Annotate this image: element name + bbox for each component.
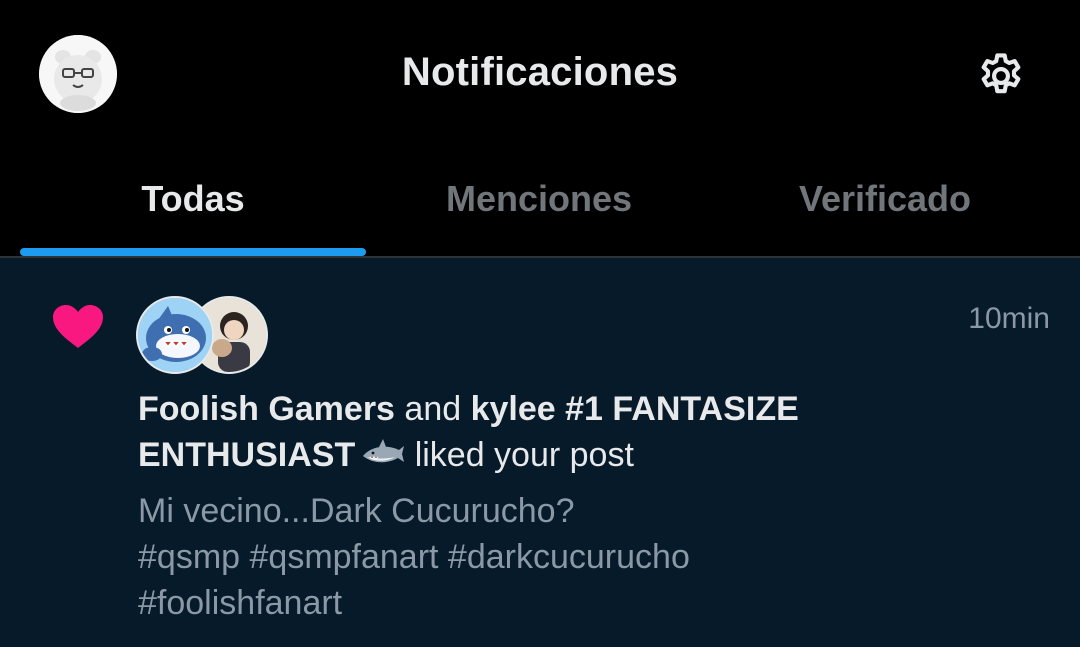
excerpt-text: Mi vecino...Dark Cucurucho? — [138, 492, 575, 530]
settings-button[interactable] — [975, 50, 1027, 102]
active-tab-indicator — [20, 248, 366, 256]
excerpt-hashtags: #qsmp #qsmpfanart #darkcucurucho — [138, 538, 690, 576]
tab-verificado[interactable]: Verificado — [712, 178, 1058, 220]
connector-text: and — [404, 390, 462, 428]
shark-emoji-icon — [361, 436, 405, 482]
user-name-foolish-gamers[interactable]: Foolish Gamers — [138, 390, 395, 428]
excerpt-hashtags-cont: #foolishfanart — [138, 584, 343, 622]
notification-item[interactable]: 10min Foolish Gamers and kylee #1 FANTAS… — [0, 258, 1080, 647]
top-bar: Notificaciones — [0, 0, 1080, 150]
post-excerpt[interactable]: Mi vecino...Dark Cucurucho? #qsmp #qsmpf… — [138, 488, 858, 626]
liker-avatars — [136, 296, 268, 374]
notification-summary: Foolish Gamers and kylee #1 FANTASIZE EN… — [138, 386, 938, 482]
action-text: liked your post — [414, 436, 634, 474]
user-name-kylee-cont[interactable]: ENTHUSIAST — [138, 436, 355, 474]
shark-avatar-icon — [138, 298, 212, 372]
tab-bar: Todas Menciones Verificado — [0, 150, 1080, 258]
page-title: Notificaciones — [401, 50, 679, 94]
tab-todas[interactable]: Todas — [20, 178, 366, 220]
avatar-foolish-gamers[interactable] — [136, 296, 214, 374]
gear-icon — [981, 53, 1021, 94]
user-name-kylee[interactable]: kylee #1 FANTASIZE — [471, 390, 799, 428]
tab-menciones[interactable]: Menciones — [366, 178, 712, 220]
notification-time: 10min — [968, 302, 1050, 335]
heart-icon — [52, 304, 104, 350]
